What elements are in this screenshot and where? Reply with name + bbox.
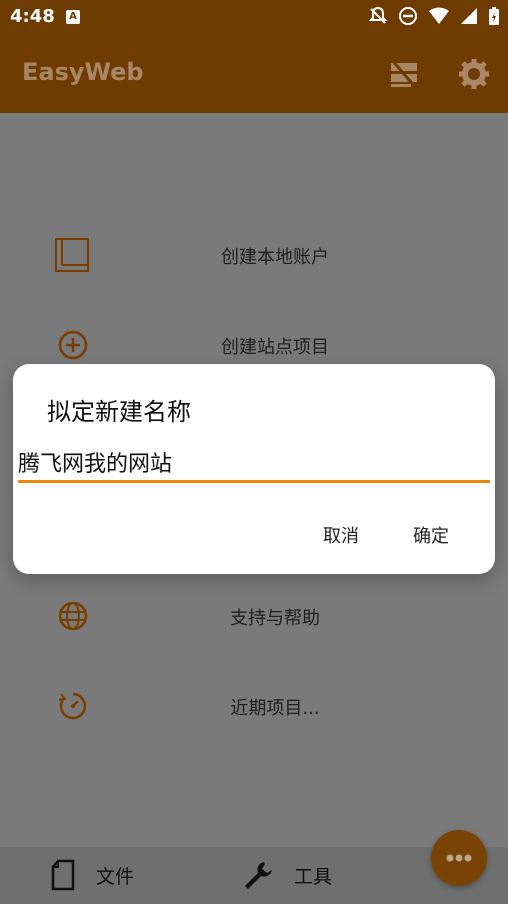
menu-item-support-help[interactable]: 支持与帮助 [0, 586, 508, 646]
app-title: EasyWeb [22, 58, 144, 86]
more-dots-icon [446, 854, 472, 862]
plus-circle-icon [58, 330, 88, 360]
wrench-icon [245, 862, 272, 889]
menu-item-create-account[interactable]: 创建本地账户 [0, 225, 508, 285]
tools-label: 工具 [294, 865, 333, 888]
file-label: 文件 [96, 865, 135, 888]
new-name-dialog: 拟定新建名称 取消 确定 [13, 364, 495, 574]
battery-icon [489, 7, 499, 25]
notification-a-icon: A [66, 10, 80, 24]
menu-item-label: 支持与帮助 [230, 608, 320, 629]
status-bar: 4:48 A [0, 0, 508, 36]
name-input[interactable] [18, 444, 490, 483]
app-bar: EasyWeb [0, 36, 508, 113]
globe-icon [58, 601, 88, 631]
notifications-off-icon [368, 6, 388, 24]
menu-item-label: 创建站点项目 [221, 337, 329, 358]
more-fab-button[interactable] [431, 830, 487, 886]
bottom-tools-button[interactable]: 工具 [242, 859, 332, 891]
menu-item-label: 创建本地账户 [221, 247, 329, 268]
confirm-button[interactable]: 确定 [413, 522, 449, 548]
dialog-title: 拟定新建名称 [47, 398, 191, 426]
status-icons [368, 6, 500, 26]
bottom-file-button[interactable]: 文件 [50, 859, 134, 891]
menu-item-label: 近期项目... [230, 698, 320, 719]
status-time: 4:48 [10, 6, 55, 27]
menu-item-recent-projects[interactable]: 近期项目... [0, 676, 508, 736]
file-icon [51, 859, 75, 891]
clock-refresh-icon [58, 692, 87, 720]
wifi-icon [429, 7, 449, 24]
cancel-button[interactable]: 取消 [323, 522, 359, 548]
square-outline-icon [55, 238, 89, 272]
cell-signal-icon [461, 8, 477, 24]
server-off-icon[interactable] [388, 58, 420, 90]
gear-icon[interactable] [458, 58, 490, 90]
do-not-disturb-icon [399, 7, 417, 25]
